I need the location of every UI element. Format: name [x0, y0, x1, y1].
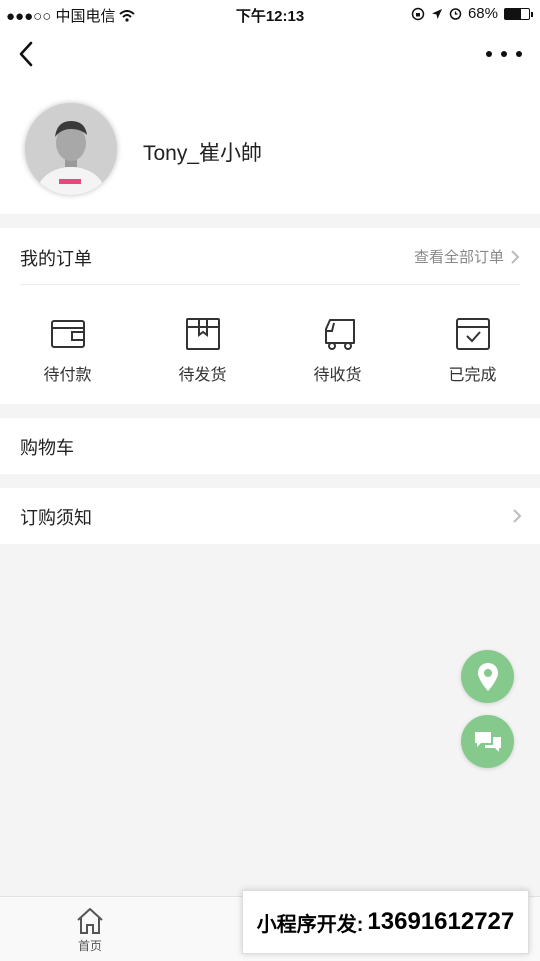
- order-status-completed[interactable]: 已完成: [405, 285, 540, 404]
- cart-row[interactable]: 购物车: [0, 418, 540, 474]
- rotation-lock-icon: [411, 7, 425, 20]
- cart-label: 购物车: [20, 438, 74, 458]
- username: Tony_崔小帥: [143, 142, 263, 165]
- chevron-right-icon: [513, 509, 522, 523]
- chevron-left-icon: [19, 41, 33, 67]
- order-status-row: 待付款 待发货 待收货 已完成: [0, 285, 540, 404]
- battery-percent: 68%: [467, 5, 498, 22]
- back-button[interactable]: [12, 38, 44, 70]
- order-status-label: 待付款: [43, 367, 92, 384]
- order-status-label: 待发货: [178, 367, 227, 384]
- home-icon: [77, 908, 103, 934]
- order-status-label: 待收货: [313, 367, 362, 384]
- map-pin-icon: [477, 662, 498, 691]
- purchase-notice-row[interactable]: 订购须知: [0, 488, 540, 544]
- status-right: 68%: [411, 5, 533, 22]
- orders-header: 我的订单 查看全部订单: [20, 228, 520, 285]
- order-status-label: 已完成: [448, 367, 497, 384]
- tab-home-label: 首页: [77, 939, 102, 953]
- location-button[interactable]: [461, 650, 514, 703]
- order-status-to-ship[interactable]: 待发货: [135, 285, 270, 404]
- developer-ad-banner: 小程序开发: 13691612727: [242, 890, 529, 954]
- chat-bubbles-icon: [474, 731, 501, 752]
- more-dot: [486, 51, 492, 57]
- package-icon: [185, 318, 220, 350]
- wallet-icon: [50, 320, 85, 348]
- ad-phone-number: 13691612727: [367, 908, 515, 935]
- more-dot: [516, 51, 522, 57]
- view-all-orders-link[interactable]: 查看全部订单: [414, 246, 520, 267]
- orders-card: 我的订单 查看全部订单 待付款 待发货 待收货 已完成: [0, 228, 540, 404]
- view-all-orders-label: 查看全部订单: [413, 249, 504, 266]
- alarm-icon: [449, 8, 462, 20]
- avatar-photo: [25, 103, 117, 195]
- avatar[interactable]: [25, 103, 117, 195]
- order-status-to-receive[interactable]: 待收货: [270, 285, 405, 404]
- profile-header: Tony_崔小帥: [0, 82, 540, 214]
- completed-box-icon: [455, 318, 490, 350]
- tab-home[interactable]: 首页: [30, 897, 150, 961]
- chevron-right-icon: [511, 249, 520, 264]
- status-bar: ●●●○○ 中国电信 下午12:13 68%: [0, 0, 540, 28]
- location-arrow-icon: [431, 8, 442, 19]
- more-dot: [501, 51, 507, 57]
- chat-button[interactable]: [461, 715, 514, 768]
- order-status-unpaid[interactable]: 待付款: [0, 285, 135, 404]
- purchase-notice-label: 订购须知: [20, 508, 92, 528]
- truck-icon: [324, 319, 355, 350]
- battery-icon: [504, 7, 533, 20]
- orders-title: 我的订单: [20, 249, 92, 269]
- nav-bar: [0, 28, 540, 82]
- ad-label: 小程序开发:: [256, 913, 364, 936]
- battery-level: [505, 8, 522, 19]
- more-button[interactable]: [486, 40, 522, 68]
